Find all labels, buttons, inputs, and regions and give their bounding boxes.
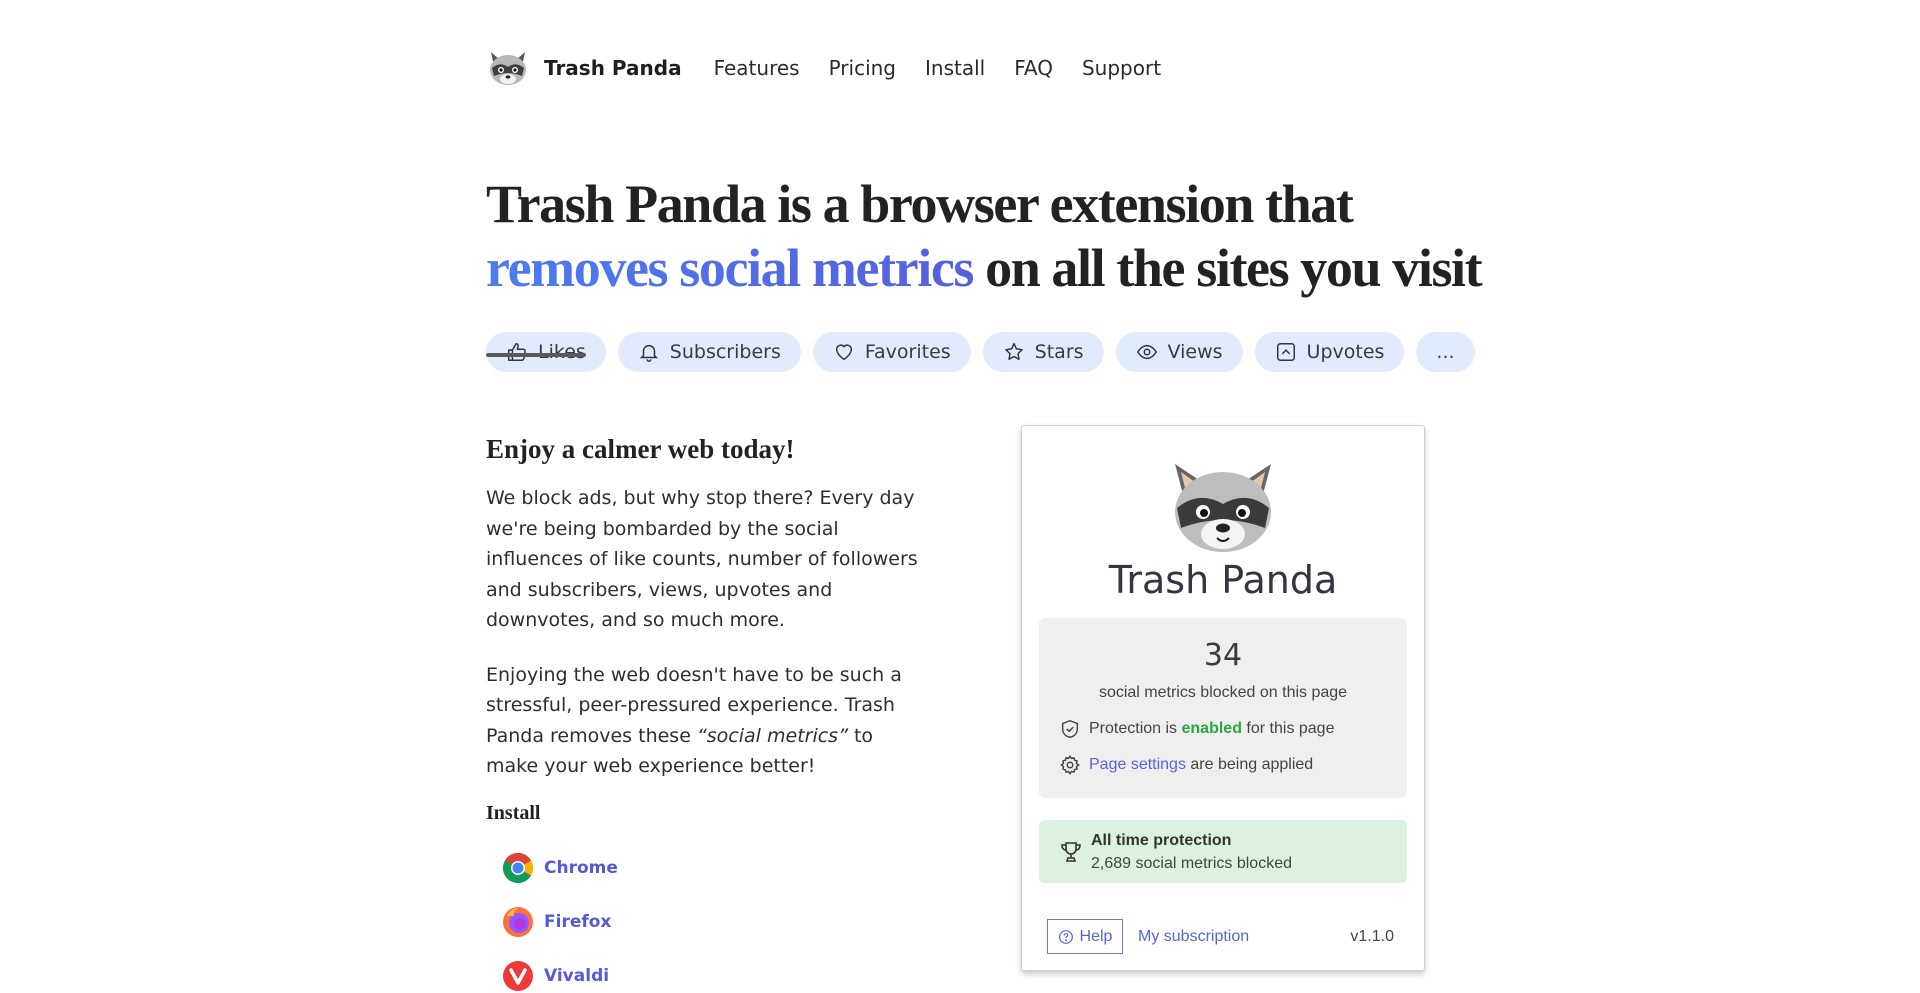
extension-popup-preview: Trash Panda 34 social metrics blocked on… [1021,425,1425,971]
brand-name: Trash Panda [544,56,682,80]
page-stats-box: 34 social metrics blocked on this page P… [1039,618,1407,798]
intro-paragraph-1: We block ads, but why stop there? Every … [486,487,918,631]
browser-list: Chrome Firefox Vivaldi [486,841,926,993]
nav-link-features[interactable]: Features [714,56,800,80]
all-time-title: All time protection [1091,832,1232,849]
settings-suffix: are being applied [1190,756,1314,773]
pill-stars: Stars [982,332,1104,372]
pill-label: Upvotes [1306,341,1385,363]
metric-pills: Likes Subscribers Favorites Stars Views … [486,332,1487,372]
protection-prefix: Protection is [1089,720,1178,737]
pill-label: Likes [538,341,586,363]
pill-label: Stars [1034,341,1084,363]
blocked-caption: social metrics blocked on this page [1098,684,1348,701]
pill-label: Favorites [864,341,951,363]
pill-likes: Likes [486,332,606,372]
upvote-icon [1276,343,1295,361]
vivaldi-icon [503,960,533,991]
version-label: v1.1.0 [1350,928,1394,945]
brand-link[interactable]: Trash Panda [486,48,714,88]
shield-check-icon [1061,719,1079,739]
hero: Trash Panda is a browser extension that … [486,172,1486,300]
install-heading: Install [486,801,541,824]
pill-upvotes: Upvotes [1254,332,1405,372]
trophy-icon [1061,842,1081,862]
list-item: Firefox [502,895,926,949]
list-item: Chrome [502,841,926,895]
list-item: Vivaldi [502,949,926,993]
eye-icon [1136,344,1157,360]
blocked-count: 34 [1203,638,1243,673]
headline-line1: Trash Panda is a browser extension that [486,174,1354,234]
help-label: Help [1079,927,1113,945]
nav-link-support[interactable]: Support [1082,56,1161,80]
intro-section: Enjoy a calmer web today! We block ads, … [486,434,926,993]
pill-label: ... [1436,341,1455,363]
pill-label: Views [1167,341,1223,363]
pill-subscribers: Subscribers [617,332,801,372]
pill-views: Views [1115,332,1243,372]
strikethrough-line [486,353,586,357]
pill-label: Subscribers [669,341,781,363]
bell-icon [639,344,658,362]
intro-paragraph-2: Enjoying the web doesn't have to be such… [486,660,926,782]
install-vivaldi-link[interactable]: Vivaldi [544,966,609,986]
protection-status: enabled [1181,720,1242,737]
star-icon [1004,343,1023,360]
headline-accent: removes social metrics [486,238,974,298]
protection-status-row: Protection is enabled for this page [1059,718,1334,740]
firefox-icon [503,906,533,937]
install-firefox-link[interactable]: Firefox [544,912,611,932]
chrome-icon [502,852,534,883]
page-settings-link[interactable]: Page settings [1089,756,1186,774]
install-chrome-link[interactable]: Chrome [544,858,618,878]
pill-favorites: Favorites [812,332,971,372]
all-time-value: 2,689 social metrics blocked [1091,855,1292,872]
popup-title: Trash Panda [1108,558,1338,602]
pill-more: ... [1416,332,1475,372]
heart-icon [835,344,852,361]
thumbs-up-icon [508,343,526,361]
help-button[interactable]: Help [1047,919,1123,954]
intro-heading: Enjoy a calmer web today! [486,434,795,464]
my-subscription-link[interactable]: My subscription [1138,928,1249,946]
hero-headline: Trash Panda is a browser extension that … [486,172,1486,300]
all-time-protection-box: All time protection 2,689 social metrics… [1039,820,1407,883]
para2-emphasis: “social metrics” [696,724,848,747]
headline-rest: on all the sites you visit [973,238,1483,298]
page-settings-row: Page settings are being applied [1059,754,1313,776]
question-circle-icon [1058,929,1073,944]
top-nav: Trash Panda Features Pricing Install FAQ… [486,44,1190,92]
raccoon-logo-icon [490,52,526,85]
raccoon-logo-icon [1175,464,1271,552]
gear-icon [1060,755,1080,776]
nav-link-faq[interactable]: FAQ [1014,56,1053,80]
nav-link-install[interactable]: Install [925,56,985,80]
nav-link-pricing[interactable]: Pricing [829,56,896,80]
protection-suffix: for this page [1246,720,1335,737]
